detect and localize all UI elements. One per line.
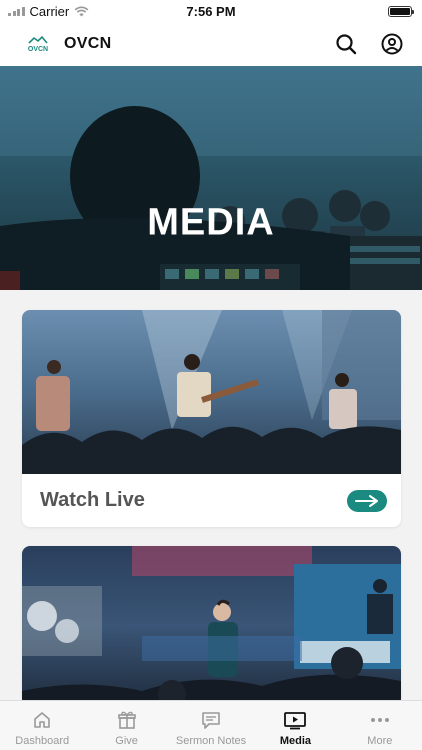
gift-icon [116, 709, 138, 731]
tab-label: Give [115, 735, 138, 747]
play-icon [284, 709, 307, 731]
tab-label: Media [279, 735, 312, 747]
home-icon [31, 709, 53, 731]
carrier-label: Carrier [29, 3, 70, 19]
hero-banner: MEDIA [0, 66, 422, 290]
app-header: OVCN OVCN [0, 22, 422, 66]
profile-button[interactable] [380, 32, 404, 56]
tab-media[interactable]: Media [253, 701, 337, 750]
user-circle-icon [381, 33, 403, 55]
more-icon [369, 709, 391, 731]
status-bar: Carrier 7:56 PM [0, 0, 422, 22]
svg-text:OVCN: OVCN [28, 46, 48, 53]
battery-icon [388, 5, 414, 17]
app-title: OVCN [64, 35, 112, 52]
tab-dashboard[interactable]: Dashboard [0, 701, 84, 750]
arrow-right-icon [355, 494, 378, 507]
search-icon [336, 34, 357, 55]
tab-label: More [367, 735, 393, 747]
wifi-icon [74, 6, 89, 16]
status-left: Carrier [8, 4, 89, 19]
tab-give[interactable]: Give [84, 701, 168, 750]
note-icon [200, 709, 222, 731]
header-actions [334, 32, 404, 56]
search-button[interactable] [334, 32, 358, 56]
media-card[interactable] [22, 546, 401, 706]
watch-live-label: Watch Live [40, 489, 145, 511]
tab-label: Dashboard [15, 735, 70, 747]
watch-live-arrow-button[interactable] [347, 489, 387, 512]
watch-live-card[interactable]: Watch Live [22, 310, 401, 527]
tab-label: Sermon Notes [175, 735, 247, 747]
media-card-image [22, 546, 401, 706]
app-logo: OVCN [26, 35, 50, 53]
hero-title: MEDIA [147, 201, 275, 244]
watch-live-footer: Watch Live [22, 474, 401, 527]
hero-background-image [0, 66, 422, 290]
bottom-tab-bar: Dashboard Give Sermon Notes Media More [0, 700, 422, 750]
tab-more[interactable]: More [338, 701, 422, 750]
status-time: 7:56 PM [186, 3, 236, 19]
signal-icon [8, 6, 25, 16]
watch-live-image [22, 310, 401, 474]
tab-sermon-notes[interactable]: Sermon Notes [169, 701, 253, 750]
